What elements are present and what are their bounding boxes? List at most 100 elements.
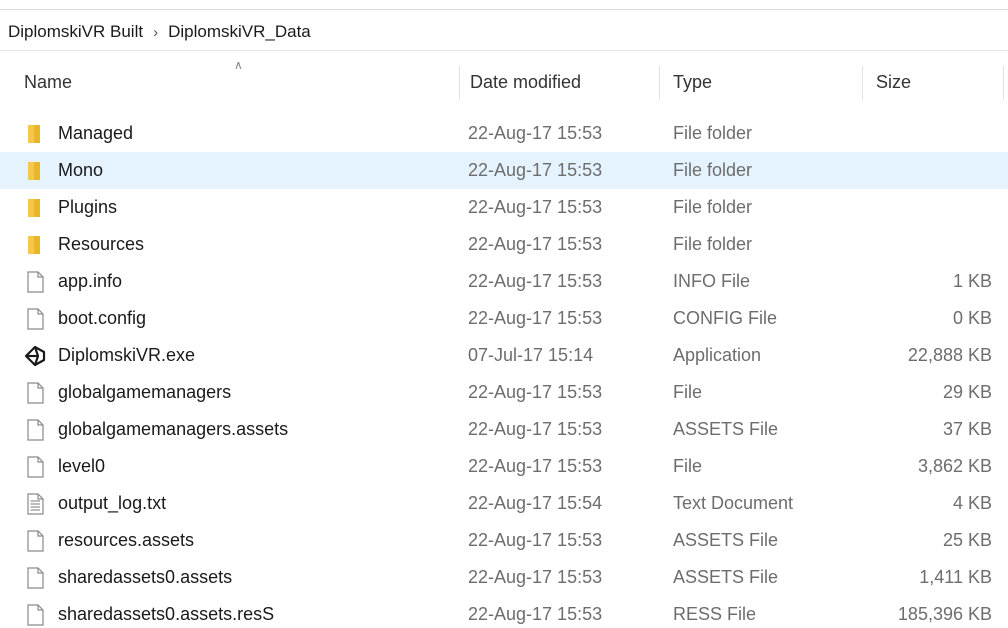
file-row[interactable]: Mono 22-Aug-17 15:53 File folder	[0, 152, 1008, 189]
file-size-cell: 0 KB	[952, 308, 992, 328]
file-icon	[24, 270, 46, 293]
file-date-cell: 22-Aug-17 15:53	[468, 530, 603, 550]
file-date-cell: 22-Aug-17 15:53	[468, 567, 603, 587]
file-name-label: Resources	[58, 234, 145, 254]
folder-icon	[24, 123, 46, 145]
file-name-label: app.info	[58, 271, 123, 291]
file-row[interactable]: boot.config 22-Aug-17 15:53 CONFIG File 0 K…	[0, 300, 1008, 337]
file-name-cell[interactable]: sharedassets0.assets	[24, 559, 232, 596]
unity-app-icon	[24, 345, 46, 367]
column-header-date[interactable]: Date modified	[460, 56, 660, 108]
file-row[interactable]: sharedassets0.assets.resS 22-Aug-17 15:53…	[0, 596, 1008, 628]
file-size-cell: 3,862 KB	[917, 456, 992, 476]
folder-icon-graphic	[28, 235, 40, 254]
file-name-cell[interactable]: DiplomskiVR.exe	[24, 337, 195, 374]
file-date-cell: 07-Jul-17 15:14	[468, 345, 594, 365]
folder-icon-graphic	[28, 161, 40, 180]
file-type-cell: INFO File	[673, 271, 751, 291]
breadcrumb-separator-icon[interactable]: ›	[153, 24, 158, 41]
file-type-cell: File folder	[673, 160, 753, 180]
column-divider[interactable]	[1003, 66, 1004, 100]
file-name-label: DiplomskiVR.exe	[58, 345, 196, 365]
file-type-cell: CONFIG File	[673, 308, 778, 328]
file-size-cell: 25 KB	[942, 530, 992, 550]
breadcrumb-item-current[interactable]: DiplomskiVR_Data	[168, 22, 311, 42]
file-row[interactable]: Resources 22-Aug-17 15:53 File folder	[0, 226, 1008, 263]
file-type-cell: Application	[673, 345, 762, 365]
file-icon-graphic	[27, 529, 44, 552]
file-icon-graphic	[27, 603, 44, 626]
file-size-cell: 29 KB	[942, 382, 992, 402]
file-name-cell[interactable]: Managed	[24, 115, 133, 152]
file-type-cell: ASSETS File	[673, 530, 779, 550]
folder-icon	[24, 197, 46, 219]
file-row[interactable]: sharedassets0.assets 22-Aug-17 15:53 ASSET…	[0, 559, 1008, 596]
file-name-cell[interactable]: Plugins	[24, 189, 117, 226]
folder-icon	[24, 160, 46, 182]
file-name-cell[interactable]: Mono	[24, 152, 103, 189]
file-type-cell: File folder	[673, 234, 753, 254]
column-header-row: Name ∧ Date modified Type Size	[0, 56, 1008, 108]
text-file-icon	[24, 492, 46, 515]
file-icon	[24, 418, 46, 441]
file-name-label: Managed	[58, 123, 134, 143]
sort-ascending-icon: ∧	[234, 58, 243, 72]
file-explorer-window: DiplomskiVR Built › DiplomskiVR_Data Nam…	[0, 0, 1008, 628]
file-name-label: Plugins	[58, 197, 118, 217]
file-row[interactable]: Managed 22-Aug-17 15:53 File folder	[0, 115, 1008, 152]
file-name-cell[interactable]: resources.assets	[24, 522, 194, 559]
file-name-cell[interactable]: globalgamemanagers	[24, 374, 231, 411]
file-row[interactable]: DiplomskiVR.exe 07-Jul-17 15:14 Applicatio…	[0, 337, 1008, 374]
column-header-type-label: Type	[673, 71, 713, 92]
file-row[interactable]: level0 22-Aug-17 15:53 File 3,862 KB	[0, 448, 1008, 485]
file-size-cell: 1 KB	[952, 271, 992, 291]
file-name-cell[interactable]: globalgamemanagers.assets	[24, 411, 288, 448]
file-type-cell: File folder	[673, 197, 753, 217]
column-header-name[interactable]: Name ∧	[14, 56, 460, 108]
unity-app-icon-graphic	[24, 345, 46, 366]
column-divider[interactable]	[659, 66, 660, 100]
file-name-cell[interactable]: sharedassets0.assets.resS	[24, 596, 274, 628]
file-icon-graphic	[27, 270, 44, 293]
file-row[interactable]: resources.assets 22-Aug-17 15:53 ASSETS Fi…	[0, 522, 1008, 559]
file-date-cell: 22-Aug-17 15:53	[468, 123, 603, 143]
folder-icon-graphic	[28, 198, 40, 217]
file-name-cell[interactable]: boot.config	[24, 300, 146, 337]
file-icon	[24, 381, 46, 404]
file-size-cell: 1,411 KB	[919, 567, 992, 587]
column-divider[interactable]	[862, 66, 863, 100]
file-date-cell: 22-Aug-17 15:53	[468, 234, 603, 254]
file-row[interactable]: globalgamemanagers.assets 22-Aug-17 15:53…	[0, 411, 1008, 448]
file-icon	[24, 566, 46, 589]
column-header-type[interactable]: Type	[663, 56, 863, 108]
file-size-cell: 22,888 KB	[907, 345, 992, 365]
file-name-label: output_log.txt	[58, 493, 167, 513]
file-icon	[24, 603, 46, 626]
file-date-cell: 22-Aug-17 15:53	[468, 160, 603, 180]
file-row[interactable]: output_log.txt 22-Aug-17 15:54 Text Docume…	[0, 485, 1008, 522]
file-row[interactable]: globalgamemanagers 22-Aug-17 15:53 File 29 …	[0, 374, 1008, 411]
column-header-size-label: Size	[876, 71, 912, 92]
file-type-cell: RESS File	[673, 604, 757, 624]
file-name-label: level0	[58, 456, 106, 476]
column-header-date-label: Date modified	[470, 71, 582, 92]
file-row[interactable]: app.info 22-Aug-17 15:53 INFO File 1 KB	[0, 263, 1008, 300]
file-list: Managed 22-Aug-17 15:53 File folder Mono 22-…	[0, 115, 1008, 628]
file-name-cell[interactable]: level0	[24, 448, 105, 485]
file-icon-graphic	[27, 566, 44, 589]
file-name-cell[interactable]: app.info	[24, 263, 122, 300]
file-name-cell[interactable]: output_log.txt	[24, 485, 166, 522]
breadcrumb-item-parent[interactable]: DiplomskiVR Built	[8, 22, 143, 42]
file-row[interactable]: Plugins 22-Aug-17 15:53 File folder	[0, 189, 1008, 226]
file-name-label: globalgamemanagers.assets	[58, 419, 289, 439]
file-type-cell: ASSETS File	[673, 419, 779, 439]
file-date-cell: 22-Aug-17 15:54	[468, 493, 603, 513]
file-size-cell: 185,396 KB	[897, 604, 992, 624]
file-name-label: globalgamemanagers	[58, 382, 232, 402]
file-name-cell[interactable]: Resources	[24, 226, 144, 263]
file-icon-graphic	[27, 455, 44, 478]
top-divider	[0, 9, 1008, 10]
text-file-icon-graphic	[27, 492, 44, 515]
file-date-cell: 22-Aug-17 15:53	[468, 382, 603, 402]
column-header-size[interactable]: Size	[866, 56, 1004, 108]
